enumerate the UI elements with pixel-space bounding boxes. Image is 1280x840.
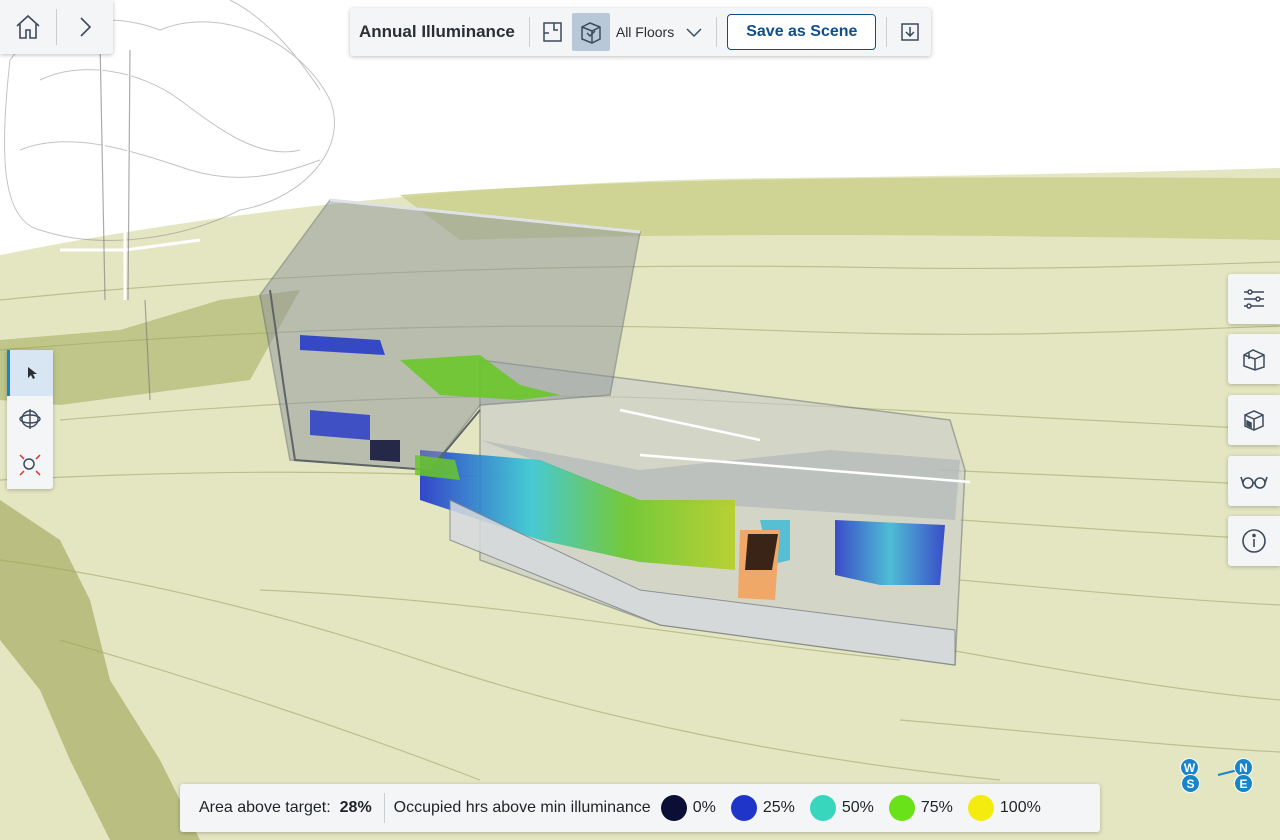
- floor-select-value: All Floors: [615, 24, 675, 40]
- compass-east: E: [1234, 774, 1253, 793]
- home-icon: [16, 14, 40, 39]
- select-tool-button[interactable]: [7, 350, 53, 396]
- section-box-button[interactable]: [1228, 395, 1280, 445]
- nav-panel: [0, 0, 113, 54]
- compass-south: S: [1181, 774, 1200, 793]
- floor-select[interactable]: All Floors: [610, 24, 710, 40]
- chevron-down-icon: [686, 28, 702, 38]
- 3d-building-icon: [581, 22, 601, 44]
- legend-label: 75%: [920, 799, 953, 816]
- info-icon: [1242, 529, 1266, 553]
- legend-swatch: [730, 795, 757, 821]
- zoom-extents-tool-button[interactable]: [7, 442, 53, 488]
- view-tools-panel: [7, 350, 53, 489]
- view-options-button[interactable]: [1228, 456, 1280, 506]
- area-above-target-value: 28%: [339, 799, 372, 816]
- legend-label: 50%: [841, 799, 874, 816]
- forward-button[interactable]: [57, 0, 113, 54]
- sliders-icon: [1244, 289, 1264, 309]
- legend-item: 50%: [809, 795, 874, 821]
- legend-items: 0% 25% 50% 75% 100%: [660, 795, 1056, 821]
- legend-swatch: [660, 795, 687, 821]
- building-icon: [1243, 349, 1265, 371]
- floor-plan-view-button[interactable]: [534, 13, 572, 51]
- legend-item: 25%: [730, 795, 795, 821]
- download-button[interactable]: [891, 13, 929, 51]
- section-cube-icon: [1244, 410, 1264, 431]
- analysis-title: Annual Illuminance: [359, 22, 515, 41]
- zoom-extents-icon: [19, 454, 41, 476]
- analysis-toolbar: Annual Illuminance All Floors Save as Sc…: [350, 8, 931, 56]
- legend-divider: [383, 793, 385, 823]
- 3d-view-button[interactable]: [571, 13, 610, 51]
- legend-swatch: [809, 795, 836, 821]
- toolbar-divider: [716, 17, 718, 47]
- toolbar-divider: [528, 17, 530, 47]
- floor-plan-icon: [543, 22, 562, 42]
- legend-label: 0%: [692, 799, 716, 816]
- legend-swatch: [967, 795, 994, 821]
- legend-item: 0%: [660, 795, 716, 821]
- cursor-icon: [27, 367, 37, 379]
- info-button[interactable]: [1228, 516, 1280, 566]
- legend-item: 75%: [888, 795, 953, 821]
- legend-label: 100%: [999, 799, 1041, 816]
- download-icon: [901, 23, 920, 41]
- illuminance-legend: Area above target: 28% Occupied hrs abov…: [180, 784, 1100, 832]
- orbit-icon: [19, 409, 41, 429]
- occupied-hours-label: Occupied hrs above min illuminance: [393, 799, 651, 816]
- legend-item: 100%: [967, 795, 1041, 821]
- area-above-target-label: Area above target:: [199, 799, 331, 816]
- settings-button[interactable]: [1228, 274, 1280, 324]
- home-button[interactable]: [0, 0, 56, 54]
- chevron-right-icon: [80, 17, 92, 37]
- legend-label: 25%: [762, 799, 795, 816]
- save-as-scene-button[interactable]: Save as Scene: [727, 14, 877, 50]
- compass[interactable]: W S N E: [1176, 756, 1260, 796]
- toolbar-divider: [886, 17, 888, 47]
- orbit-tool-button[interactable]: [7, 396, 53, 442]
- model-view-button[interactable]: [1228, 334, 1280, 384]
- glasses-icon: [1240, 476, 1268, 489]
- 3d-viewport[interactable]: [0, 0, 1280, 840]
- legend-swatch: [888, 795, 915, 821]
